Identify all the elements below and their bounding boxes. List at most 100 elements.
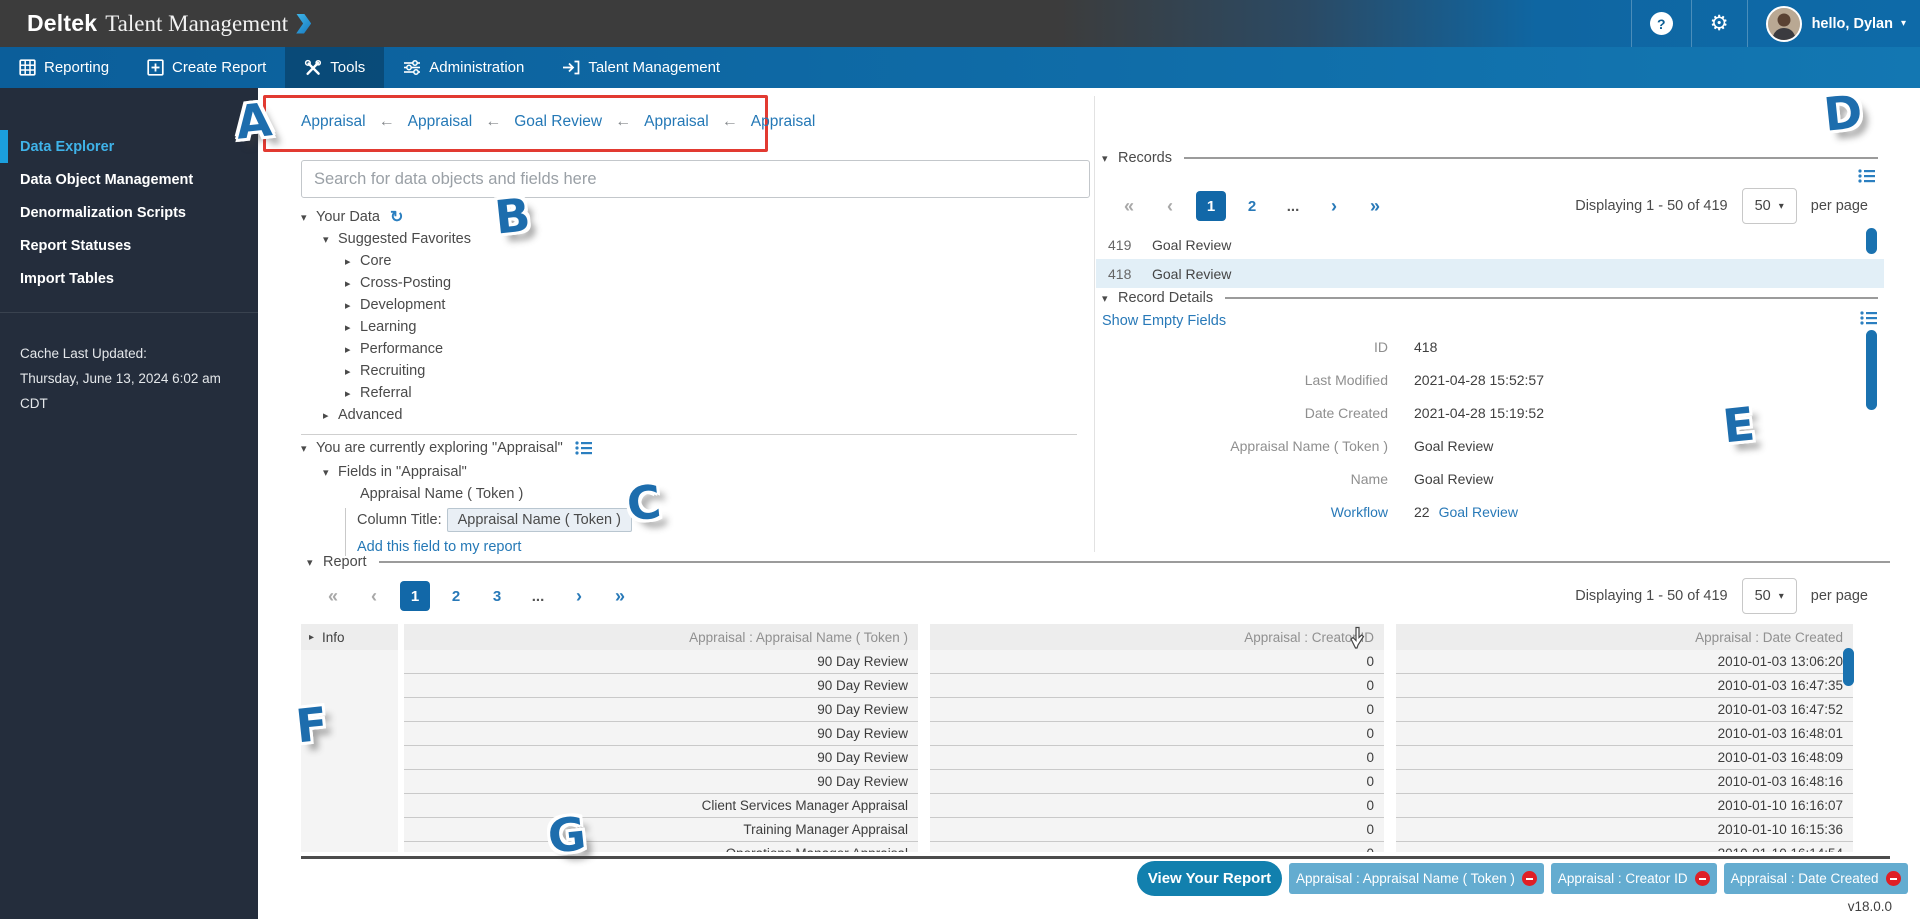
- nav-item-create-report[interactable]: Create Report: [128, 47, 285, 88]
- tree-item[interactable]: ▸ Cross-Posting ↻: [301, 272, 1061, 294]
- tree-item[interactable]: ▸ Referral ↻: [301, 382, 1061, 404]
- page-button[interactable]: 2: [441, 581, 471, 611]
- fields-in-header[interactable]: ▾ Fields in "Appraisal": [323, 464, 467, 480]
- breadcrumb-part[interactable]: Appraisal: [644, 113, 709, 131]
- report-field-chips: Appraisal : Appraisal Name ( Token ) App…: [1289, 863, 1908, 894]
- record-row[interactable]: 419 Goal Review: [1096, 230, 1884, 259]
- page-button[interactable]: 2: [1237, 191, 1267, 221]
- cell-appraisal-name: Training Manager Appraisal: [404, 818, 918, 842]
- field-name[interactable]: Appraisal Name ( Token ): [360, 486, 523, 502]
- tree-item[interactable]: ▸ Core ↻: [301, 250, 1061, 272]
- tree-item[interactable]: ▾ Suggested Favorites ↻: [301, 228, 1061, 250]
- user-avatar[interactable]: [1766, 6, 1802, 42]
- page-button[interactable]: «: [1114, 191, 1144, 221]
- exploring-header[interactable]: ▾ You are currently exploring "Appraisal…: [301, 440, 593, 456]
- table-scrollbar-thumb[interactable]: [1843, 648, 1854, 686]
- report-field-chip[interactable]: Appraisal : Creator ID: [1551, 863, 1717, 894]
- cell-date-created: 2010-01-03 16:48:01: [1396, 722, 1853, 746]
- page-button[interactable]: ...: [1278, 191, 1308, 221]
- info-column-header[interactable]: ▸ Info: [301, 624, 398, 650]
- page-button[interactable]: 1: [1196, 191, 1226, 221]
- breadcrumb-part[interactable]: Appraisal: [301, 113, 366, 131]
- nav-item-talent-management[interactable]: Talent Management: [543, 47, 739, 88]
- show-empty-fields-link[interactable]: Show Empty Fields: [1102, 313, 1226, 329]
- page-button[interactable]: ‹: [1155, 191, 1185, 221]
- cell-appraisal-name: 90 Day Review: [404, 674, 918, 698]
- sidebar-item-data-explorer[interactable]: Data Explorer: [0, 130, 258, 163]
- sidebar-item-data-object-management[interactable]: Data Object Management: [0, 163, 258, 196]
- tree-toggle-icon: ▸: [345, 255, 360, 268]
- breadcrumb-part[interactable]: ←: [722, 113, 738, 131]
- page-button[interactable]: «: [318, 581, 348, 611]
- nav-item-administration[interactable]: Administration: [384, 47, 543, 88]
- view-your-report-button[interactable]: View Your Report: [1137, 861, 1282, 896]
- header-divider: [1691, 0, 1692, 47]
- table-row[interactable]: Client Services Manager Appraisal 0 2010…: [301, 794, 1853, 818]
- tree-item[interactable]: ▸ Recruiting ↻: [301, 360, 1061, 382]
- table-row[interactable]: 90 Day Review 0 2010-01-03 16:48:16: [301, 770, 1853, 794]
- collapse-icon[interactable]: ▾: [307, 556, 323, 569]
- table-row[interactable]: Operations Manager Appraisal 0 2010-01-1…: [301, 842, 1853, 852]
- table-row[interactable]: 90 Day Review 0 2010-01-03 13:06:20: [301, 650, 1853, 674]
- breadcrumb-part[interactable]: ←: [485, 113, 501, 131]
- gear-icon[interactable]: ⚙: [1710, 13, 1729, 34]
- nav-item-reporting[interactable]: Reporting: [0, 47, 128, 88]
- report-field-chip[interactable]: Appraisal : Appraisal Name ( Token ): [1289, 863, 1544, 894]
- nav-item-tools[interactable]: Tools: [285, 47, 384, 88]
- refresh-icon[interactable]: ↻: [390, 207, 403, 227]
- record-row[interactable]: 418 Goal Review: [1096, 259, 1884, 288]
- field-link[interactable]: Goal Review: [1454, 537, 1533, 541]
- remove-field-icon[interactable]: [1522, 871, 1537, 886]
- collapse-icon[interactable]: ▾: [1102, 152, 1118, 165]
- breadcrumb-part[interactable]: Goal Review: [514, 113, 602, 131]
- field-link[interactable]: Goal Review: [1439, 504, 1518, 520]
- records-scrollbar-thumb[interactable]: [1866, 228, 1877, 254]
- tree-item[interactable]: ▸ Learning ↻: [301, 316, 1061, 338]
- list-icon[interactable]: [575, 440, 593, 456]
- column-header-date-created[interactable]: Appraisal : Date Created: [1396, 624, 1853, 650]
- breadcrumb-part[interactable]: ←: [615, 113, 631, 131]
- list-icon[interactable]: [1860, 310, 1878, 326]
- tree-item[interactable]: ▸ Development ↻: [301, 294, 1061, 316]
- help-icon[interactable]: ?: [1650, 12, 1673, 35]
- breadcrumb-part[interactable]: Appraisal: [408, 113, 473, 131]
- sidebar-item-denormalization-scripts[interactable]: Denormalization Scripts: [0, 196, 258, 229]
- page-button[interactable]: ›: [564, 581, 594, 611]
- column-header-appraisal-name[interactable]: Appraisal : Appraisal Name ( Token ): [404, 624, 918, 650]
- tree-item[interactable]: ▸ Advanced ↻: [301, 404, 1061, 426]
- chevron-down-icon[interactable]: ▾: [1901, 18, 1906, 29]
- page-button[interactable]: »: [605, 581, 635, 611]
- table-row[interactable]: Training Manager Appraisal 0 2010-01-10 …: [301, 818, 1853, 842]
- search-input[interactable]: [301, 160, 1090, 198]
- page-button[interactable]: ‹: [359, 581, 389, 611]
- table-row[interactable]: 90 Day Review 0 2010-01-03 16:48:09: [301, 746, 1853, 770]
- tree-item[interactable]: ▸ Performance ↻: [301, 338, 1061, 360]
- page-button[interactable]: ›: [1319, 191, 1349, 221]
- table-row[interactable]: 90 Day Review 0 2010-01-03 16:47:52: [301, 698, 1853, 722]
- page-button[interactable]: 3: [482, 581, 512, 611]
- page-button[interactable]: ...: [523, 581, 553, 611]
- column-header-creator-id[interactable]: Appraisal : Creator ID: [930, 624, 1384, 650]
- remove-field-icon[interactable]: [1695, 871, 1710, 886]
- breadcrumb-part[interactable]: ←: [379, 113, 395, 131]
- page-button[interactable]: »: [1360, 191, 1390, 221]
- page-button[interactable]: 1: [400, 581, 430, 611]
- numbered-list-icon[interactable]: [1858, 168, 1876, 184]
- column-title-input[interactable]: Appraisal Name ( Token ): [447, 508, 632, 532]
- sidebar-item-report-statuses[interactable]: Report Statuses: [0, 229, 258, 262]
- details-scrollbar-thumb[interactable]: [1866, 330, 1877, 410]
- remove-field-icon[interactable]: [1886, 871, 1901, 886]
- page-size-select[interactable]: 50 ▾: [1742, 188, 1797, 224]
- table-row[interactable]: 90 Day Review 0 2010-01-03 16:48:01: [301, 722, 1853, 746]
- column-title-label: Column Title:: [357, 512, 442, 528]
- user-greeting[interactable]: hello, Dylan: [1812, 16, 1893, 32]
- table-row[interactable]: 90 Day Review 0 2010-01-03 16:47:35: [301, 674, 1853, 698]
- collapse-icon[interactable]: ▾: [1102, 292, 1118, 305]
- page-size-select[interactable]: 50 ▾: [1742, 578, 1797, 614]
- add-field-link[interactable]: Add this field to my report: [357, 539, 521, 555]
- tree-item[interactable]: ▾ Your Data ↻: [301, 206, 1061, 228]
- field-label: ID: [1102, 339, 1388, 355]
- breadcrumb-part[interactable]: Appraisal: [751, 113, 816, 131]
- report-field-chip[interactable]: Appraisal : Date Created: [1724, 863, 1908, 894]
- sidebar-item-import-tables[interactable]: Import Tables: [0, 262, 258, 295]
